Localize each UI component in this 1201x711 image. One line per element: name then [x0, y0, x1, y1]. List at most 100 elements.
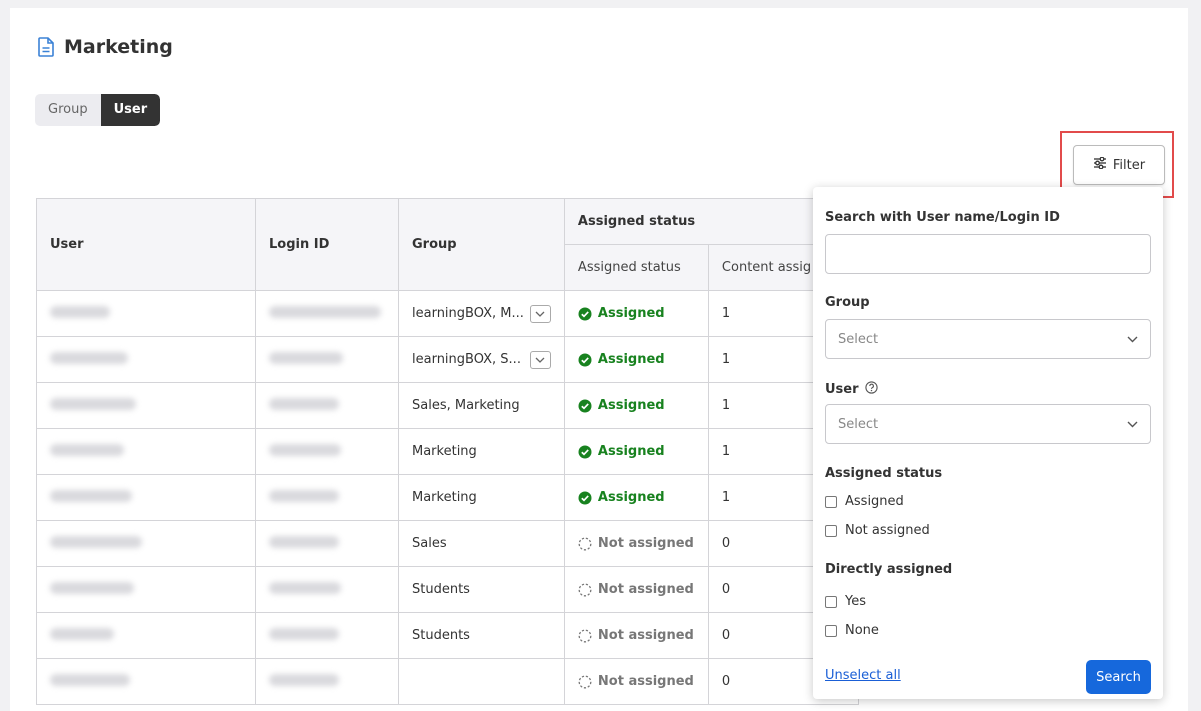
group-name: Marketing: [412, 490, 477, 505]
user-select[interactable]: Select: [825, 404, 1151, 444]
status-text: Assigned: [597, 490, 665, 505]
redacted-user-name: [50, 443, 124, 456]
cell-user: [36, 474, 256, 521]
table-row[interactable]: Not assigned 0: [36, 658, 859, 705]
group-name: Students: [412, 628, 470, 643]
dashed-circle-icon: [578, 537, 592, 551]
header-assigned-status[interactable]: Assigned status: [563, 244, 709, 291]
group-select[interactable]: Select: [825, 319, 1151, 359]
filter-button-label: Filter: [1112, 157, 1146, 173]
redacted-user-name: [50, 673, 130, 686]
table-row[interactable]: learningBOX, S... Assigned 1: [36, 336, 859, 383]
cell-login-id: [255, 520, 399, 567]
table-row[interactable]: Students Not assigned 0: [36, 612, 859, 659]
checkbox-assigned[interactable]: Assigned: [825, 494, 904, 509]
status-text: Assigned: [597, 306, 665, 321]
group-select-placeholder: Select: [838, 331, 879, 347]
status-text: Not assigned: [597, 582, 694, 597]
unselect-all-link[interactable]: Unselect all: [825, 668, 901, 683]
cell-group: Students: [398, 566, 565, 613]
group-cell-content: Students: [412, 628, 551, 643]
user-view-button[interactable]: User: [100, 94, 161, 126]
dashed-circle-icon: [578, 675, 592, 689]
check-circle-icon: [578, 353, 592, 367]
cell-login-id: [255, 382, 399, 429]
cell-group: learningBOX, S...: [398, 336, 565, 383]
group-name: Sales, Marketing: [412, 398, 520, 413]
cell-login-id: [255, 336, 399, 383]
status-badge: Assigned: [578, 352, 695, 367]
status-text: Assigned: [597, 352, 665, 367]
view-toggle: Group User: [35, 94, 161, 126]
document-icon: [38, 37, 54, 57]
redacted-user-name: [50, 581, 134, 594]
table-row[interactable]: Marketing Assigned 1: [36, 428, 859, 475]
table-row[interactable]: Marketing Assigned 1: [36, 474, 859, 521]
cell-assigned-status: Assigned: [563, 336, 709, 383]
cell-group: Students: [398, 612, 565, 659]
user-table: User Login ID Group Assigned status Assi…: [36, 198, 859, 705]
redacted-login-id: [269, 443, 341, 456]
cell-user: [36, 658, 256, 705]
group-expand-chevron-icon[interactable]: [529, 304, 551, 323]
cell-assigned-status: Not assigned: [563, 658, 709, 705]
redacted-user-name: [50, 535, 142, 548]
user-filter-label-text: User: [825, 382, 859, 397]
checkbox-box[interactable]: [825, 524, 837, 537]
group-name: learningBOX, S...: [412, 352, 521, 367]
cell-user: [36, 290, 256, 337]
checkbox-not-assigned[interactable]: Not assigned: [825, 523, 930, 538]
status-text: Not assigned: [597, 628, 694, 643]
checkbox-none-label: None: [845, 623, 879, 638]
filter-button[interactable]: Filter: [1073, 145, 1165, 185]
user-select-placeholder: Select: [838, 416, 879, 432]
group-view-button[interactable]: Group: [35, 94, 101, 126]
check-circle-icon: [578, 445, 592, 459]
status-badge: Not assigned: [578, 674, 695, 689]
cell-login-id: [255, 612, 399, 659]
checkbox-yes-label: Yes: [845, 594, 866, 609]
page-header: Marketing: [38, 36, 173, 58]
group-expand-chevron-icon[interactable]: [529, 350, 551, 369]
help-icon[interactable]: [864, 381, 878, 398]
checkbox-box[interactable]: [825, 495, 837, 508]
table-row[interactable]: Sales, Marketing Assigned 1: [36, 382, 859, 429]
checkbox-assigned-label: Assigned: [845, 494, 904, 509]
checkbox-box[interactable]: [825, 624, 837, 637]
cell-group: Sales: [398, 520, 565, 567]
header-login-id[interactable]: Login ID: [255, 198, 399, 291]
redacted-login-id: [269, 627, 339, 640]
cell-login-id: [255, 566, 399, 613]
checkbox-box[interactable]: [825, 595, 837, 608]
cell-user: [36, 612, 256, 659]
dashed-circle-icon: [578, 629, 592, 643]
cell-user: [36, 382, 256, 429]
table-row[interactable]: learningBOX, M... Assigned 1: [36, 290, 859, 337]
redacted-login-id: [269, 489, 339, 502]
redacted-user-name: [50, 489, 132, 502]
redacted-user-name: [50, 305, 110, 318]
cell-assigned-status: Assigned: [563, 474, 709, 521]
group-cell-content: Marketing: [412, 490, 551, 505]
table-row[interactable]: Students Not assigned 0: [36, 566, 859, 613]
search-button[interactable]: Search: [1086, 660, 1151, 694]
redacted-login-id: [269, 673, 339, 686]
checkbox-yes[interactable]: Yes: [825, 594, 866, 609]
cell-login-id: [255, 658, 399, 705]
page-card: Marketing Group User Filter User Login I…: [10, 8, 1188, 711]
cell-group: Sales, Marketing: [398, 382, 565, 429]
group-cell-content: learningBOX, M...: [412, 304, 551, 323]
header-user[interactable]: User: [36, 198, 256, 291]
redacted-user-name: [50, 351, 128, 364]
table-body: learningBOX, M... Assigned 1 learningBOX, S…: [36, 290, 859, 705]
search-input[interactable]: [825, 234, 1151, 274]
cell-user: [36, 520, 256, 567]
table-row[interactable]: Sales Not assigned 0: [36, 520, 859, 567]
status-badge: Not assigned: [578, 582, 695, 597]
cell-login-id: [255, 428, 399, 475]
status-badge: Not assigned: [578, 536, 695, 551]
directly-assigned-filter-label: Directly assigned: [825, 562, 953, 577]
checkbox-none[interactable]: None: [825, 623, 879, 638]
header-group[interactable]: Group: [398, 198, 565, 291]
cell-assigned-status: Not assigned: [563, 566, 709, 613]
